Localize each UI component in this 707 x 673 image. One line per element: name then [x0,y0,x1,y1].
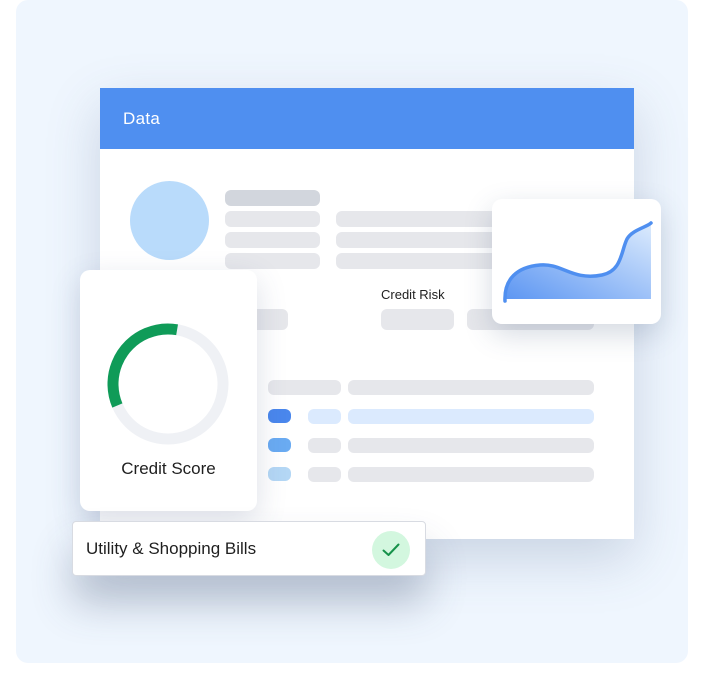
row-cell-skeleton [308,409,341,424]
verified-badge [372,531,410,569]
gauge-progress [107,323,229,445]
status-dot [268,467,291,481]
status-dot [268,409,291,423]
utility-bills-label: Utility & Shopping Bills [86,538,257,558]
utility-bills-item[interactable]: Utility & Shopping Bills [72,521,426,576]
profile-name-skeleton [225,190,320,206]
detail-line-skeleton [336,211,506,227]
list-header-skeleton [348,380,594,395]
check-icon [382,543,400,556]
row-cell-skeleton [348,467,594,482]
data-card-header: Data [100,88,634,149]
area-chart-icon [503,221,653,303]
list-header-skeleton [268,380,341,395]
trend-chart-card [492,199,661,324]
credit-score-card: Credit Score [80,270,257,511]
data-card-title: Data [123,108,161,128]
status-dot [268,438,291,452]
detail-line-skeleton [336,253,506,269]
credit-score-gauge [107,323,229,445]
row-cell-skeleton [308,467,341,482]
profile-line-skeleton [225,232,320,248]
credit-score-label: Credit Score [121,459,216,478]
row-cell-skeleton [348,409,594,424]
avatar [130,181,209,260]
credit-risk-label: Credit Risk [381,287,445,302]
row-cell-skeleton [348,438,594,453]
credit-risk-value-skeleton [381,309,454,330]
row-cell-skeleton [308,438,341,453]
profile-line-skeleton [225,253,320,269]
profile-line-skeleton [225,211,320,227]
detail-line-skeleton [336,232,506,248]
